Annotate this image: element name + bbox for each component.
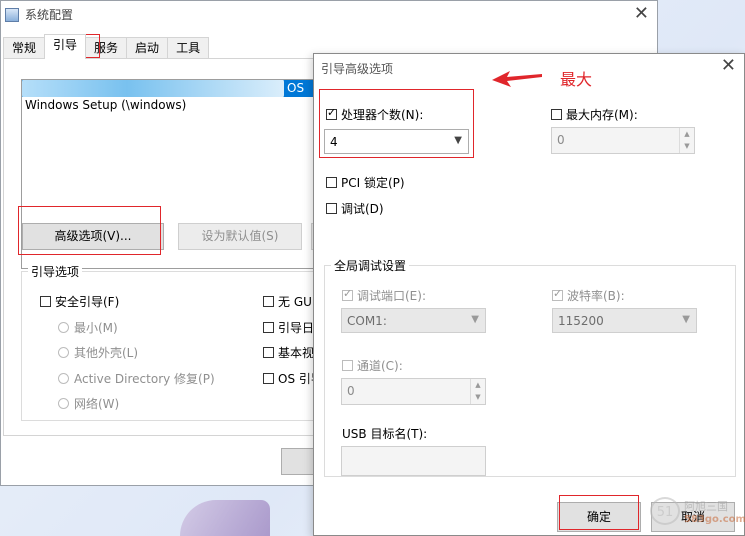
alternate-shell-radio-circle[interactable] xyxy=(58,347,69,358)
ok-button[interactable]: 确定 xyxy=(557,502,641,532)
chevron-down-icon: ▼ xyxy=(682,314,690,325)
debug-port-value: COM1: xyxy=(347,313,387,328)
alternate-shell-label: 其他外壳(L) xyxy=(74,346,139,360)
window-title: 系统配置 xyxy=(25,8,74,22)
network-radio-circle[interactable] xyxy=(58,398,69,409)
debug-port-box[interactable] xyxy=(342,287,353,301)
annotation-arrow-icon xyxy=(492,71,542,87)
tab-general[interactable]: 常规 xyxy=(3,37,46,59)
max-memory-value: 0 xyxy=(557,133,565,147)
safe-boot-checkbox[interactable]: 安全引导(F) xyxy=(40,293,119,310)
network-radio[interactable]: 网络(W) xyxy=(58,395,119,412)
num-processors-select[interactable]: 4 ▼ xyxy=(324,129,469,154)
base-video-box[interactable] xyxy=(263,347,274,358)
debug-checkbox[interactable]: 调试(D) xyxy=(326,200,384,217)
base-video-label: 基本视 xyxy=(278,346,315,360)
pci-lock-box[interactable] xyxy=(326,177,337,188)
spin-up-icon[interactable]: ▲ xyxy=(471,379,485,391)
alternate-shell-radio[interactable]: 其他外壳(L) xyxy=(58,344,138,361)
no-gui-box[interactable] xyxy=(263,296,274,307)
debug-box[interactable] xyxy=(326,203,337,214)
advanced-options-button[interactable]: 高级选项(V)... xyxy=(22,223,164,250)
safe-boot-label: 安全引导(F) xyxy=(55,295,120,309)
boot-entry-selected[interactable]: OS xyxy=(22,80,320,97)
max-memory-spinner[interactable]: 0 ▲ ▼ xyxy=(551,127,695,154)
boot-options-title: 引导选项 xyxy=(28,263,83,280)
num-processors-box[interactable] xyxy=(326,106,337,120)
spin-down-icon[interactable]: ▼ xyxy=(680,140,694,152)
dialog-title: 引导高级选项 xyxy=(321,62,394,76)
minimal-radio-circle[interactable] xyxy=(58,322,69,333)
debug-port-checkbox[interactable]: 调试端口(E): xyxy=(342,287,426,304)
channel-spinner[interactable]: 0 ▲ ▼ xyxy=(341,378,486,405)
max-memory-checkbox[interactable]: 最大内存(M): xyxy=(551,106,638,123)
advanced-boot-options-dialog: 引导高级选项 ✕ 处理器个数(N): 4 ▼ 最大内存(M): 0 ▲ ▼ PC… xyxy=(313,53,745,536)
global-debug-title: 全局调试设置 xyxy=(331,257,410,274)
tab-boot[interactable]: 引导 xyxy=(44,34,87,59)
minimal-radio[interactable]: 最小(M) xyxy=(58,319,118,336)
watermark-logo-icon: 51 xyxy=(650,497,680,525)
system-config-app-icon xyxy=(5,7,19,22)
base-video-checkbox[interactable]: 基本视 xyxy=(263,344,314,361)
active-directory-radio[interactable]: Active Directory 修复(P) xyxy=(58,370,215,387)
no-gui-label: 无 GUI xyxy=(278,295,316,309)
tab-startup[interactable]: 启动 xyxy=(126,37,169,59)
channel-checkbox[interactable]: 通道(C): xyxy=(342,357,403,374)
boot-log-label: 引导日 xyxy=(278,321,315,335)
usb-target-label-row: USB 目标名(T): xyxy=(342,425,427,442)
blurred-entry-name xyxy=(22,80,284,97)
max-memory-box[interactable] xyxy=(551,109,562,120)
watermark-line2: 583go.com xyxy=(684,514,745,525)
num-processors-label: 处理器个数(N): xyxy=(341,108,424,122)
boot-entry-label: OS xyxy=(287,81,305,95)
channel-spin-buttons[interactable]: ▲ ▼ xyxy=(470,379,485,404)
watermark-line1: 阿旭三国 xyxy=(684,500,728,513)
baud-rate-label: 波特率(B): xyxy=(567,289,625,303)
baud-rate-checkbox[interactable]: 波特率(B): xyxy=(552,287,625,304)
site-watermark: 51 阿旭三国 583go.com xyxy=(650,495,745,535)
baud-rate-select[interactable]: 115200 ▼ xyxy=(552,308,697,333)
usb-target-input[interactable] xyxy=(341,446,486,476)
chevron-down-icon: ▼ xyxy=(454,135,462,146)
boot-log-checkbox[interactable]: 引导日 xyxy=(263,319,314,336)
num-processors-checkbox[interactable]: 处理器个数(N): xyxy=(326,106,423,123)
debug-port-select[interactable]: COM1: ▼ xyxy=(341,308,486,333)
active-directory-radio-circle[interactable] xyxy=(58,373,69,384)
boot-entry-windows-setup[interactable]: Windows Setup (\windows) xyxy=(22,97,320,114)
max-memory-label: 最大内存(M): xyxy=(566,108,638,122)
channel-label: 通道(C): xyxy=(357,359,403,373)
chevron-down-icon: ▼ xyxy=(471,314,479,325)
spin-up-icon[interactable]: ▲ xyxy=(680,128,694,140)
safe-boot-box[interactable] xyxy=(40,296,51,307)
max-memory-spin-buttons[interactable]: ▲ ▼ xyxy=(679,128,694,153)
active-directory-label: Active Directory 修复(P) xyxy=(74,372,215,386)
channel-box[interactable] xyxy=(342,360,353,371)
pci-lock-label: PCI 锁定(P) xyxy=(341,176,405,190)
minimal-label: 最小(M) xyxy=(74,321,118,335)
boot-options-group: 引导选项 安全引导(F) 最小(M) 其他外壳(L) Active Direct… xyxy=(21,263,341,421)
spin-down-icon[interactable]: ▼ xyxy=(471,391,485,403)
pci-lock-checkbox[interactable]: PCI 锁定(P) xyxy=(326,174,405,191)
baud-rate-box[interactable] xyxy=(552,287,563,301)
os-info-box[interactable] xyxy=(263,373,274,384)
debug-label: 调试(D) xyxy=(341,202,384,216)
dialog-close-icon[interactable]: ✕ xyxy=(721,55,736,76)
annotation-text: 最大 xyxy=(560,70,593,89)
window-close-icon[interactable]: ✕ xyxy=(634,3,649,24)
tab-services[interactable]: 服务 xyxy=(85,37,128,59)
baud-rate-value: 115200 xyxy=(558,313,604,328)
network-label: 网络(W) xyxy=(74,397,120,411)
debug-port-label: 调试端口(E): xyxy=(357,289,426,303)
tab-tools[interactable]: 工具 xyxy=(167,37,210,59)
global-debug-group: 全局调试设置 调试端口(E): COM1: ▼ 波特率(B): 115200 ▼… xyxy=(324,257,736,477)
boot-log-box[interactable] xyxy=(263,322,274,333)
channel-value: 0 xyxy=(347,384,355,398)
set-default-button[interactable]: 设为默认值(S) xyxy=(178,223,302,250)
title-bar: 系统配置 xyxy=(1,1,657,28)
no-gui-checkbox[interactable]: 无 GUI xyxy=(263,293,315,310)
num-processors-value: 4 xyxy=(330,134,338,149)
usb-target-label: USB 目标名(T): xyxy=(342,427,428,441)
tab-strip: 常规 引导 服务 启动 工具 xyxy=(3,34,210,59)
main-ok-button[interactable] xyxy=(281,448,315,475)
